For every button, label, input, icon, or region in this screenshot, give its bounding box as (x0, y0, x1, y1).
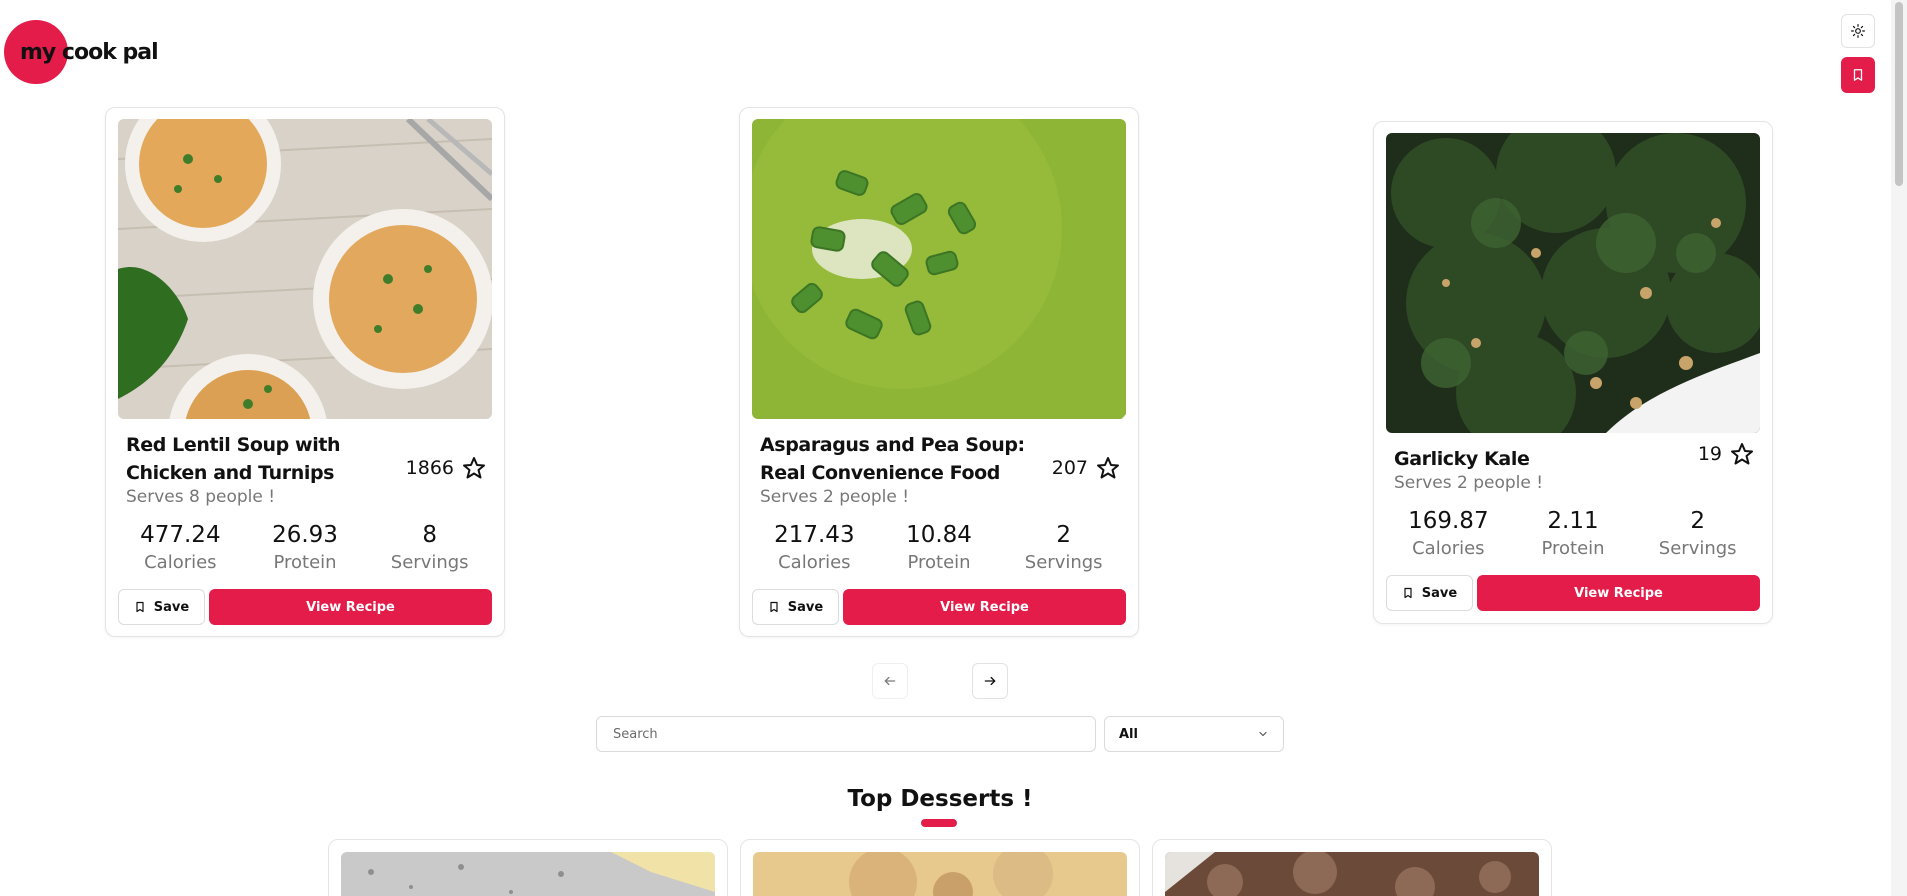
calories-value: 217.43 (774, 522, 855, 548)
likes-count: 207 (1051, 457, 1088, 479)
bookmark-icon (1404, 587, 1412, 599)
recipe-title[interactable]: Red Lentil Soup with Chicken and Turnips (126, 431, 416, 487)
protein-stat: 10.84 Protein (877, 522, 1002, 573)
recipe-image[interactable] (752, 119, 1126, 419)
carousel-next-button[interactable] (972, 663, 1008, 699)
dessert-image[interactable] (341, 852, 715, 896)
protein-value: 2.11 (1547, 508, 1599, 534)
star-icon[interactable] (1730, 442, 1754, 466)
theme-toggle-button[interactable] (1841, 14, 1875, 48)
calories-label: Calories (144, 552, 217, 573)
nutrition-stats: 169.87 Calories 2.11 Protein 2 Servings (1386, 508, 1760, 559)
saved-recipes-button[interactable] (1841, 57, 1875, 93)
card-actions: Save View Recipe (752, 589, 1126, 625)
dessert-image[interactable] (1165, 852, 1539, 896)
protein-label: Protein (907, 552, 971, 573)
nutrition-stats: 477.24 Calories 26.93 Protein 8 Servings (118, 522, 492, 573)
section-title: Top Desserts ! (847, 786, 1033, 812)
servings-label: Servings (390, 552, 469, 573)
sun-icon (1851, 24, 1865, 38)
bookmark-icon (770, 601, 778, 613)
recipe-card: Red Lentil Soup with Chicken and Turnips… (105, 107, 505, 637)
recipe-likes: 19 (1698, 442, 1754, 466)
save-button[interactable]: Save (752, 589, 839, 625)
view-recipe-button[interactable]: View Recipe (209, 589, 492, 625)
save-button[interactable]: Save (1386, 575, 1473, 611)
logo-text: my cook pal (20, 40, 159, 65)
calories-value: 169.87 (1408, 508, 1489, 534)
arrow-right-icon (984, 676, 996, 686)
save-button[interactable]: Save (118, 589, 205, 625)
category-select[interactable]: All (1104, 716, 1284, 752)
recipe-title[interactable]: Asparagus and Pea Soup: Real Convenience… (760, 431, 1050, 487)
page-scrollbar[interactable] (1891, 0, 1907, 896)
likes-count: 19 (1697, 443, 1722, 465)
recipe-card: Garlicky Kale 19 Serves 2 people ! 169.8… (1373, 121, 1773, 624)
arrow-left-icon (884, 676, 896, 686)
calories-value: 477.24 (140, 522, 221, 548)
dessert-card (740, 839, 1140, 896)
protein-stat: 26.93 Protein (243, 522, 368, 573)
calories-label: Calories (1412, 538, 1485, 559)
servings-stat: 8 Servings (367, 522, 492, 573)
chevron-down-icon (1259, 731, 1267, 737)
search-input[interactable] (596, 716, 1096, 752)
servings-value: 8 (422, 522, 437, 548)
protein-value: 26.93 (272, 522, 338, 548)
recipe-image[interactable] (118, 119, 492, 419)
category-select-value: All (1119, 726, 1138, 742)
recipe-likes: 207 (1052, 456, 1120, 480)
dessert-card (1152, 839, 1552, 896)
protein-value: 10.84 (906, 522, 972, 548)
likes-count: 1866 (405, 457, 454, 479)
protein-label: Protein (273, 552, 337, 573)
servings-label: Servings (1658, 538, 1737, 559)
save-label: Save (153, 599, 190, 615)
recipe-serves: Serves 2 people ! (1394, 473, 1544, 493)
servings-label: Servings (1024, 552, 1103, 573)
servings-value: 2 (1056, 522, 1071, 548)
nutrition-stats: 217.43 Calories 10.84 Protein 2 Servings (752, 522, 1126, 573)
carousel-prev-button[interactable] (872, 663, 908, 699)
star-icon[interactable] (1096, 456, 1120, 480)
bookmark-icon (136, 601, 144, 613)
save-label: Save (1421, 585, 1458, 601)
recipe-serves: Serves 8 people ! (126, 487, 276, 507)
dessert-image[interactable] (753, 852, 1127, 896)
recipe-serves: Serves 2 people ! (760, 487, 910, 507)
view-recipe-button[interactable]: View Recipe (1477, 575, 1760, 611)
app-logo[interactable]: my cook pal (4, 20, 224, 86)
calories-stat: 169.87 Calories (1386, 508, 1511, 559)
page: my cook pal Red Lentil Soup with Chicken… (0, 0, 1907, 896)
protein-label: Protein (1541, 538, 1605, 559)
bookmark-icon (1853, 69, 1863, 81)
calories-stat: 217.43 Calories (752, 522, 877, 573)
recipe-image[interactable] (1386, 133, 1760, 433)
recipe-card: Asparagus and Pea Soup: Real Convenience… (739, 107, 1139, 637)
star-icon[interactable] (462, 456, 486, 480)
scrollbar-thumb[interactable] (1895, 2, 1903, 186)
save-label: Save (787, 599, 824, 615)
view-recipe-button[interactable]: View Recipe (843, 589, 1126, 625)
dessert-card (328, 839, 728, 896)
recipe-likes: 1866 (406, 456, 486, 480)
card-actions: Save View Recipe (118, 589, 492, 625)
protein-stat: 2.11 Protein (1511, 508, 1636, 559)
calories-label: Calories (778, 552, 851, 573)
section-underline (921, 819, 957, 827)
servings-stat: 2 Servings (1635, 508, 1760, 559)
servings-stat: 2 Servings (1001, 522, 1126, 573)
recipe-title[interactable]: Garlicky Kale (1394, 445, 1684, 473)
card-actions: Save View Recipe (1386, 575, 1760, 611)
calories-stat: 477.24 Calories (118, 522, 243, 573)
servings-value: 2 (1690, 508, 1705, 534)
